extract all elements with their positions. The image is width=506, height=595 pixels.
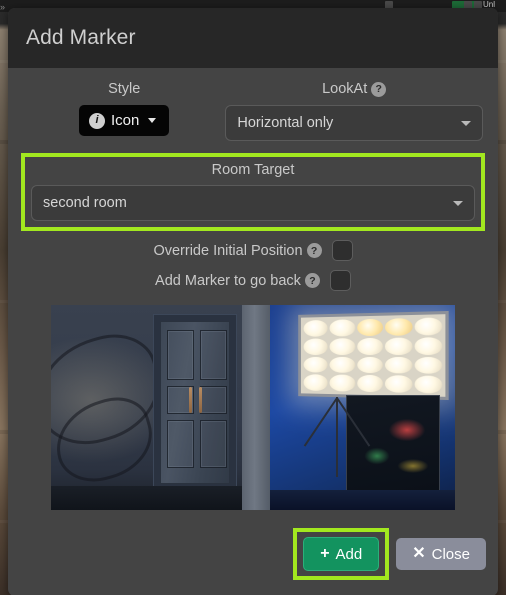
style-field: Style i Icon <box>23 80 225 141</box>
close-button-label: Close <box>431 545 470 563</box>
screen: » Unl Add Marker Style i Icon LookAt ? H… <box>0 0 506 595</box>
style-button-label: Icon <box>111 112 140 129</box>
lookat-label-text: LookAt <box>322 81 368 97</box>
style-dropdown-button[interactable]: i Icon <box>79 105 170 136</box>
panorama-image <box>51 305 455 510</box>
add-marker-go-back-checkbox[interactable] <box>329 270 351 291</box>
studio-light-panel <box>298 310 449 401</box>
add-button-highlight: + Add <box>293 528 390 580</box>
page-title: Add Marker <box>26 26 136 49</box>
right-floor <box>270 490 455 510</box>
lookat-field: LookAt? Horizontal only <box>225 80 483 141</box>
close-button[interactable]: ✕ Close <box>396 538 486 570</box>
add-marker-dialog: Add Marker Style i Icon LookAt? Horizont… <box>8 8 498 595</box>
door-frame <box>153 314 237 491</box>
caret-down-icon <box>148 118 157 123</box>
background-corner-glyph: » <box>0 2 6 12</box>
override-initial-position-text: Override Initial Position <box>153 242 303 259</box>
wall-poster <box>346 395 440 492</box>
add-marker-go-back-text: Add Marker to go back <box>155 272 301 289</box>
left-floor <box>51 486 270 510</box>
override-initial-position-label: Override Initial Position? <box>153 242 322 260</box>
chevron-down-icon <box>460 121 471 126</box>
add-button-label: Add <box>335 545 363 563</box>
style-label: Style <box>108 81 141 97</box>
room-target-highlight: Room Target second room <box>21 153 485 231</box>
override-initial-position-checkbox[interactable] <box>331 240 353 261</box>
style-lookat-row: Style i Icon LookAt? Horizontal only <box>23 80 483 141</box>
add-button[interactable]: + Add <box>303 537 380 571</box>
add-marker-go-back-label: Add Marker to go back? <box>155 272 320 290</box>
room-target-select[interactable]: second room <box>31 185 475 221</box>
dialog-header: Add Marker <box>8 8 498 68</box>
close-x-icon: ✕ <box>412 545 426 562</box>
add-marker-go-back-row: Add Marker to go back? <box>23 270 483 291</box>
help-icon[interactable]: ? <box>304 273 320 289</box>
panorama-preview[interactable] <box>51 305 455 510</box>
info-icon: i <box>89 112 106 129</box>
lookat-select-value: Horizontal only <box>237 115 334 131</box>
help-icon[interactable]: ? <box>306 243 322 259</box>
double-door <box>160 321 230 484</box>
help-icon[interactable]: ? <box>371 81 387 97</box>
light-stand <box>336 397 338 477</box>
override-initial-position-row: Override Initial Position? <box>23 240 483 261</box>
room-target-label: Room Target <box>211 162 295 178</box>
dialog-body: Style i Icon LookAt? Horizontal only Roo… <box>8 68 498 514</box>
room-target-select-value: second room <box>43 195 127 211</box>
chevron-down-icon <box>453 201 463 206</box>
dialog-footer: + Add ✕ Close <box>8 514 498 595</box>
panorama-right-wall <box>270 305 455 510</box>
lookat-select[interactable]: Horizontal only <box>225 105 483 141</box>
lookat-label: LookAt? <box>225 80 483 98</box>
wall-pillar <box>242 305 270 510</box>
plus-icon: + <box>320 545 330 562</box>
